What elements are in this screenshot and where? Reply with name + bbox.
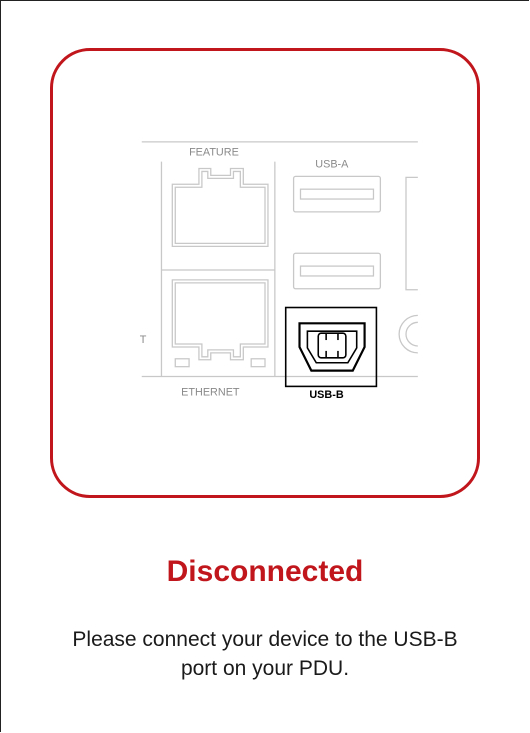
ethernet-led-right bbox=[250, 358, 266, 368]
usb-a-port-1 bbox=[292, 175, 382, 213]
ethernet-led-left bbox=[174, 358, 190, 368]
usb-b-label: USB-B bbox=[309, 389, 343, 401]
partial-round-jack bbox=[398, 314, 418, 354]
cut-off-label: T bbox=[140, 334, 147, 346]
connection-instruction: Please connect your device to the USB-B … bbox=[72, 628, 458, 680]
partial-side-slot bbox=[405, 176, 418, 291]
usb-a-port-2 bbox=[292, 252, 382, 290]
pdu-port-diagram: FEATURE USB-A ETHERNET USB-B T bbox=[140, 141, 418, 401]
ethernet-port-outline bbox=[171, 279, 269, 361]
port-diagram-card: FEATURE USB-A ETHERNET USB-B T bbox=[50, 48, 480, 498]
usb-b-connector-tongue bbox=[317, 332, 347, 359]
feature-port-outline bbox=[171, 167, 269, 248]
connection-status-title: Disconnected bbox=[166, 555, 364, 588]
usb-a-port-2-inner bbox=[299, 265, 375, 277]
feature-label: FEATURE bbox=[189, 147, 239, 159]
usb-a-label: USB-A bbox=[315, 158, 349, 170]
ethernet-port-inner bbox=[174, 282, 266, 358]
usb-a-port-1-inner bbox=[299, 188, 375, 200]
feature-port-inner bbox=[174, 170, 266, 245]
ethernet-label: ETHERNET bbox=[181, 386, 240, 398]
